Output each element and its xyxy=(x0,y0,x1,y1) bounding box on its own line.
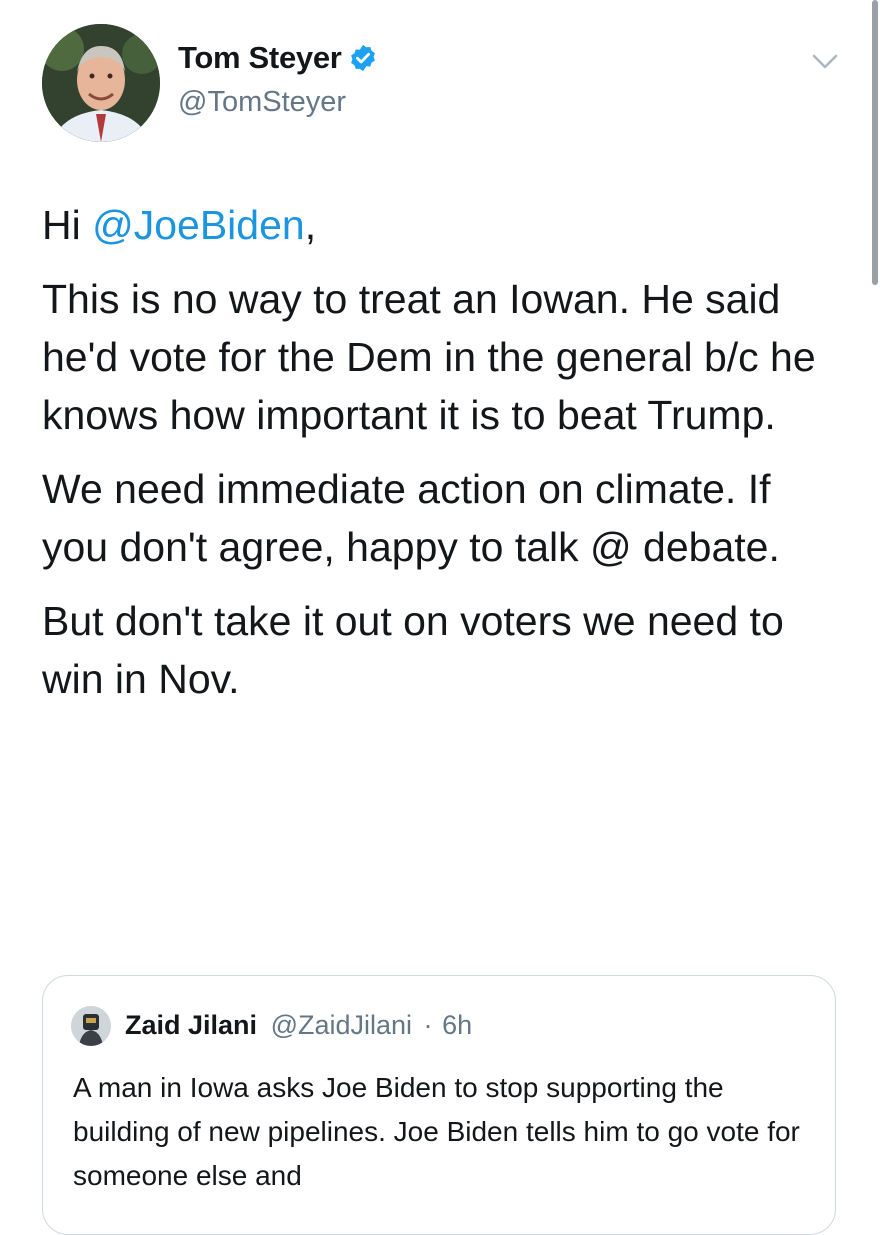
mention-link[interactable]: @JoeBiden xyxy=(92,202,305,248)
tweet-body: Hi @JoeBiden, This is no way to treat an… xyxy=(42,196,842,724)
quoted-timestamp[interactable]: 6h xyxy=(442,1010,472,1040)
chevron-down-icon[interactable] xyxy=(810,50,840,72)
tweet-paragraph-3: We need immediate action on climate. If … xyxy=(42,466,780,570)
quoted-author-avatar-image xyxy=(71,1006,111,1046)
author-display-name[interactable]: Tom Steyer xyxy=(178,40,342,76)
quoted-tweet-text: A man in Iowa asks Joe Biden to stop sup… xyxy=(73,1072,800,1191)
quoted-tweet-card[interactable]: Zaid Jilani @ZaidJilani · 6h A man in Io… xyxy=(42,975,836,1235)
greeting-suffix: , xyxy=(304,202,317,248)
tweet-greeting: Hi @JoeBiden, xyxy=(42,196,842,254)
verified-badge-icon xyxy=(350,44,375,72)
tweet-paragraph-2: This is no way to treat an Iowan. He sai… xyxy=(42,276,816,438)
scrollbar[interactable] xyxy=(872,0,878,285)
quoted-author-avatar[interactable] xyxy=(71,1006,111,1046)
author-handle[interactable]: @TomSteyer xyxy=(178,86,346,119)
author-avatar-image xyxy=(42,24,160,142)
quoted-separator: · xyxy=(423,1010,433,1040)
quoted-author-handle[interactable]: @ZaidJilani xyxy=(271,1010,412,1040)
tweet-paragraph-4: But don't take it out on voters we need … xyxy=(42,598,784,702)
author-avatar[interactable] xyxy=(42,24,160,142)
author-name-row[interactable]: Tom Steyer xyxy=(178,40,378,76)
quoted-author-header: Zaid Jilani @ZaidJilani · 6h xyxy=(125,1010,472,1041)
greeting-prefix: Hi xyxy=(42,202,93,248)
quoted-author-name[interactable]: Zaid Jilani xyxy=(125,1010,257,1040)
